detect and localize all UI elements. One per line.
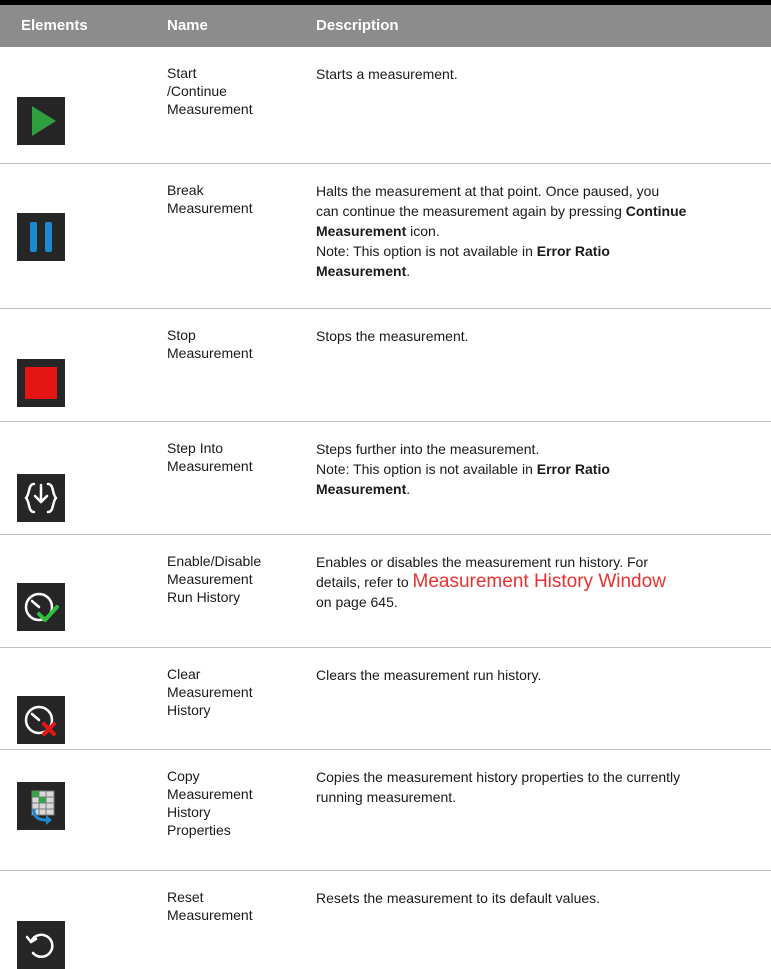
element-name: Step Into Measurement (167, 439, 307, 475)
description-text: can continue the measurement again by pr… (316, 203, 626, 219)
reset-icon (17, 921, 65, 969)
column-header-elements: Elements (21, 17, 88, 34)
name-line: Measurement (167, 458, 253, 474)
table-row: Copy Measurement History Properties Copi… (0, 750, 771, 871)
name-line: History (167, 702, 211, 718)
history-clear-icon (17, 696, 65, 744)
history-enable-icon (17, 583, 65, 631)
description-text: Resets the measurement to its default va… (316, 890, 601, 906)
name-line: Run History (167, 589, 241, 605)
description-text: . (406, 481, 411, 497)
description-text: running measurement. (316, 789, 457, 805)
description-text: Stops the measurement. (316, 328, 469, 344)
bold-term: Measurement (316, 481, 407, 497)
name-line: Measurement (167, 786, 253, 802)
name-line: Start (167, 65, 197, 81)
element-description: Enables or disables the measurement run … (316, 552, 766, 612)
description-text: . (406, 263, 411, 279)
element-description: Stops the measurement. (316, 326, 766, 346)
description-text: Enables or disables the measurement run … (316, 554, 649, 570)
description-line: on page 645. (316, 592, 766, 612)
element-description: Resets the measurement to its default va… (316, 888, 766, 908)
description-line: details, refer to Measurement History Wi… (316, 572, 766, 592)
name-line: Stop (167, 327, 196, 343)
table-row: Clear Measurement History Clears the mea… (0, 648, 771, 750)
name-line: History (167, 804, 211, 820)
play-icon (17, 97, 65, 145)
element-name: Break Measurement (167, 181, 307, 217)
description-line: Stops the measurement. (316, 326, 766, 346)
pause-icon (17, 213, 65, 261)
measurement-history-window-link[interactable]: Measurement History Window (413, 571, 666, 592)
name-line: /Continue (167, 83, 227, 99)
description-line: Measurement icon. (316, 221, 766, 241)
description-line: Clears the measurement run history. (316, 665, 766, 685)
name-line: Properties (167, 822, 231, 838)
description-text: Note: This option is not available in (316, 461, 537, 477)
bold-term: Error Ratio (536, 461, 610, 477)
name-line: Measurement (167, 684, 253, 700)
description-line: Note: This option is not available in Er… (316, 459, 766, 479)
bold-term: Measurement (316, 263, 407, 279)
stop-icon (17, 359, 65, 407)
name-line: Enable/Disable (167, 553, 262, 569)
name-line: Step Into (167, 440, 224, 456)
description-text: Copies the measurement history propertie… (316, 769, 681, 785)
description-line: Measurement. (316, 479, 766, 499)
description-text: Steps further into the measurement. (316, 441, 540, 457)
name-line: Measurement (167, 345, 253, 361)
description-line: Steps further into the measurement. (316, 439, 766, 459)
bold-term: Continue (625, 203, 687, 219)
description-line: Measurement. (316, 261, 766, 281)
name-line: Measurement (167, 571, 253, 587)
table-row: Step Into Measurement Steps further into… (0, 422, 771, 535)
description-line: Enables or disables the measurement run … (316, 552, 766, 572)
description-line: running measurement. (316, 787, 766, 807)
name-line: Clear (167, 666, 201, 682)
description-line: Resets the measurement to its default va… (316, 888, 766, 908)
copy-properties-icon (17, 782, 65, 830)
element-name: Reset Measurement (167, 888, 307, 924)
table-row: Stop Measurement Stops the measurement. (0, 309, 771, 422)
name-line: Reset (167, 889, 204, 905)
element-description: Copies the measurement history propertie… (316, 767, 766, 807)
description-line: Copies the measurement history propertie… (316, 767, 766, 787)
element-name: Copy Measurement History Properties (167, 767, 307, 839)
description-text: Note: This option is not available in (316, 243, 537, 259)
description-line: Halts the measurement at that point. Onc… (316, 181, 766, 201)
table-row: Break Measurement Halts the measurement … (0, 164, 771, 309)
description-line: can continue the measurement again by pr… (316, 201, 766, 221)
element-name: Enable/Disable Measurement Run History (167, 552, 307, 606)
element-description: Starts a measurement. (316, 64, 766, 84)
column-header-name: Name (167, 17, 208, 34)
element-description: Halts the measurement at that point. Onc… (316, 181, 766, 281)
description-text: icon. (406, 223, 440, 239)
element-description: Clears the measurement run history. (316, 665, 766, 685)
bold-term: Error Ratio (536, 243, 610, 259)
description-text: details, refer to (316, 574, 413, 590)
name-line: Measurement (167, 907, 253, 923)
description-text: Halts the measurement at that point. Onc… (316, 183, 660, 199)
table-header: Elements Name Description (0, 5, 771, 47)
table-row: Reset Measurement Resets the measurement… (0, 871, 771, 969)
description-text: Clears the measurement run history. (316, 667, 542, 683)
description-line: Starts a measurement. (316, 64, 766, 84)
element-name: Stop Measurement (167, 326, 307, 362)
element-description: Steps further into the measurement. Note:… (316, 439, 766, 499)
name-line: Measurement (167, 200, 253, 216)
bold-term: Measurement (316, 223, 407, 239)
table-row: Enable/Disable Measurement Run History E… (0, 535, 771, 648)
column-header-description: Description (316, 17, 399, 34)
element-name: Clear Measurement History (167, 665, 307, 719)
name-line: Copy (167, 768, 200, 784)
step-into-icon (17, 474, 65, 522)
description-text: on page 645. (316, 594, 398, 610)
name-line: Break (167, 182, 204, 198)
element-name: Start /Continue Measurement (167, 64, 307, 118)
table-row: Start /Continue Measurement Starts a mea… (0, 47, 771, 164)
description-line: Note: This option is not available in Er… (316, 241, 766, 261)
description-text: Starts a measurement. (316, 66, 458, 82)
name-line: Measurement (167, 101, 253, 117)
